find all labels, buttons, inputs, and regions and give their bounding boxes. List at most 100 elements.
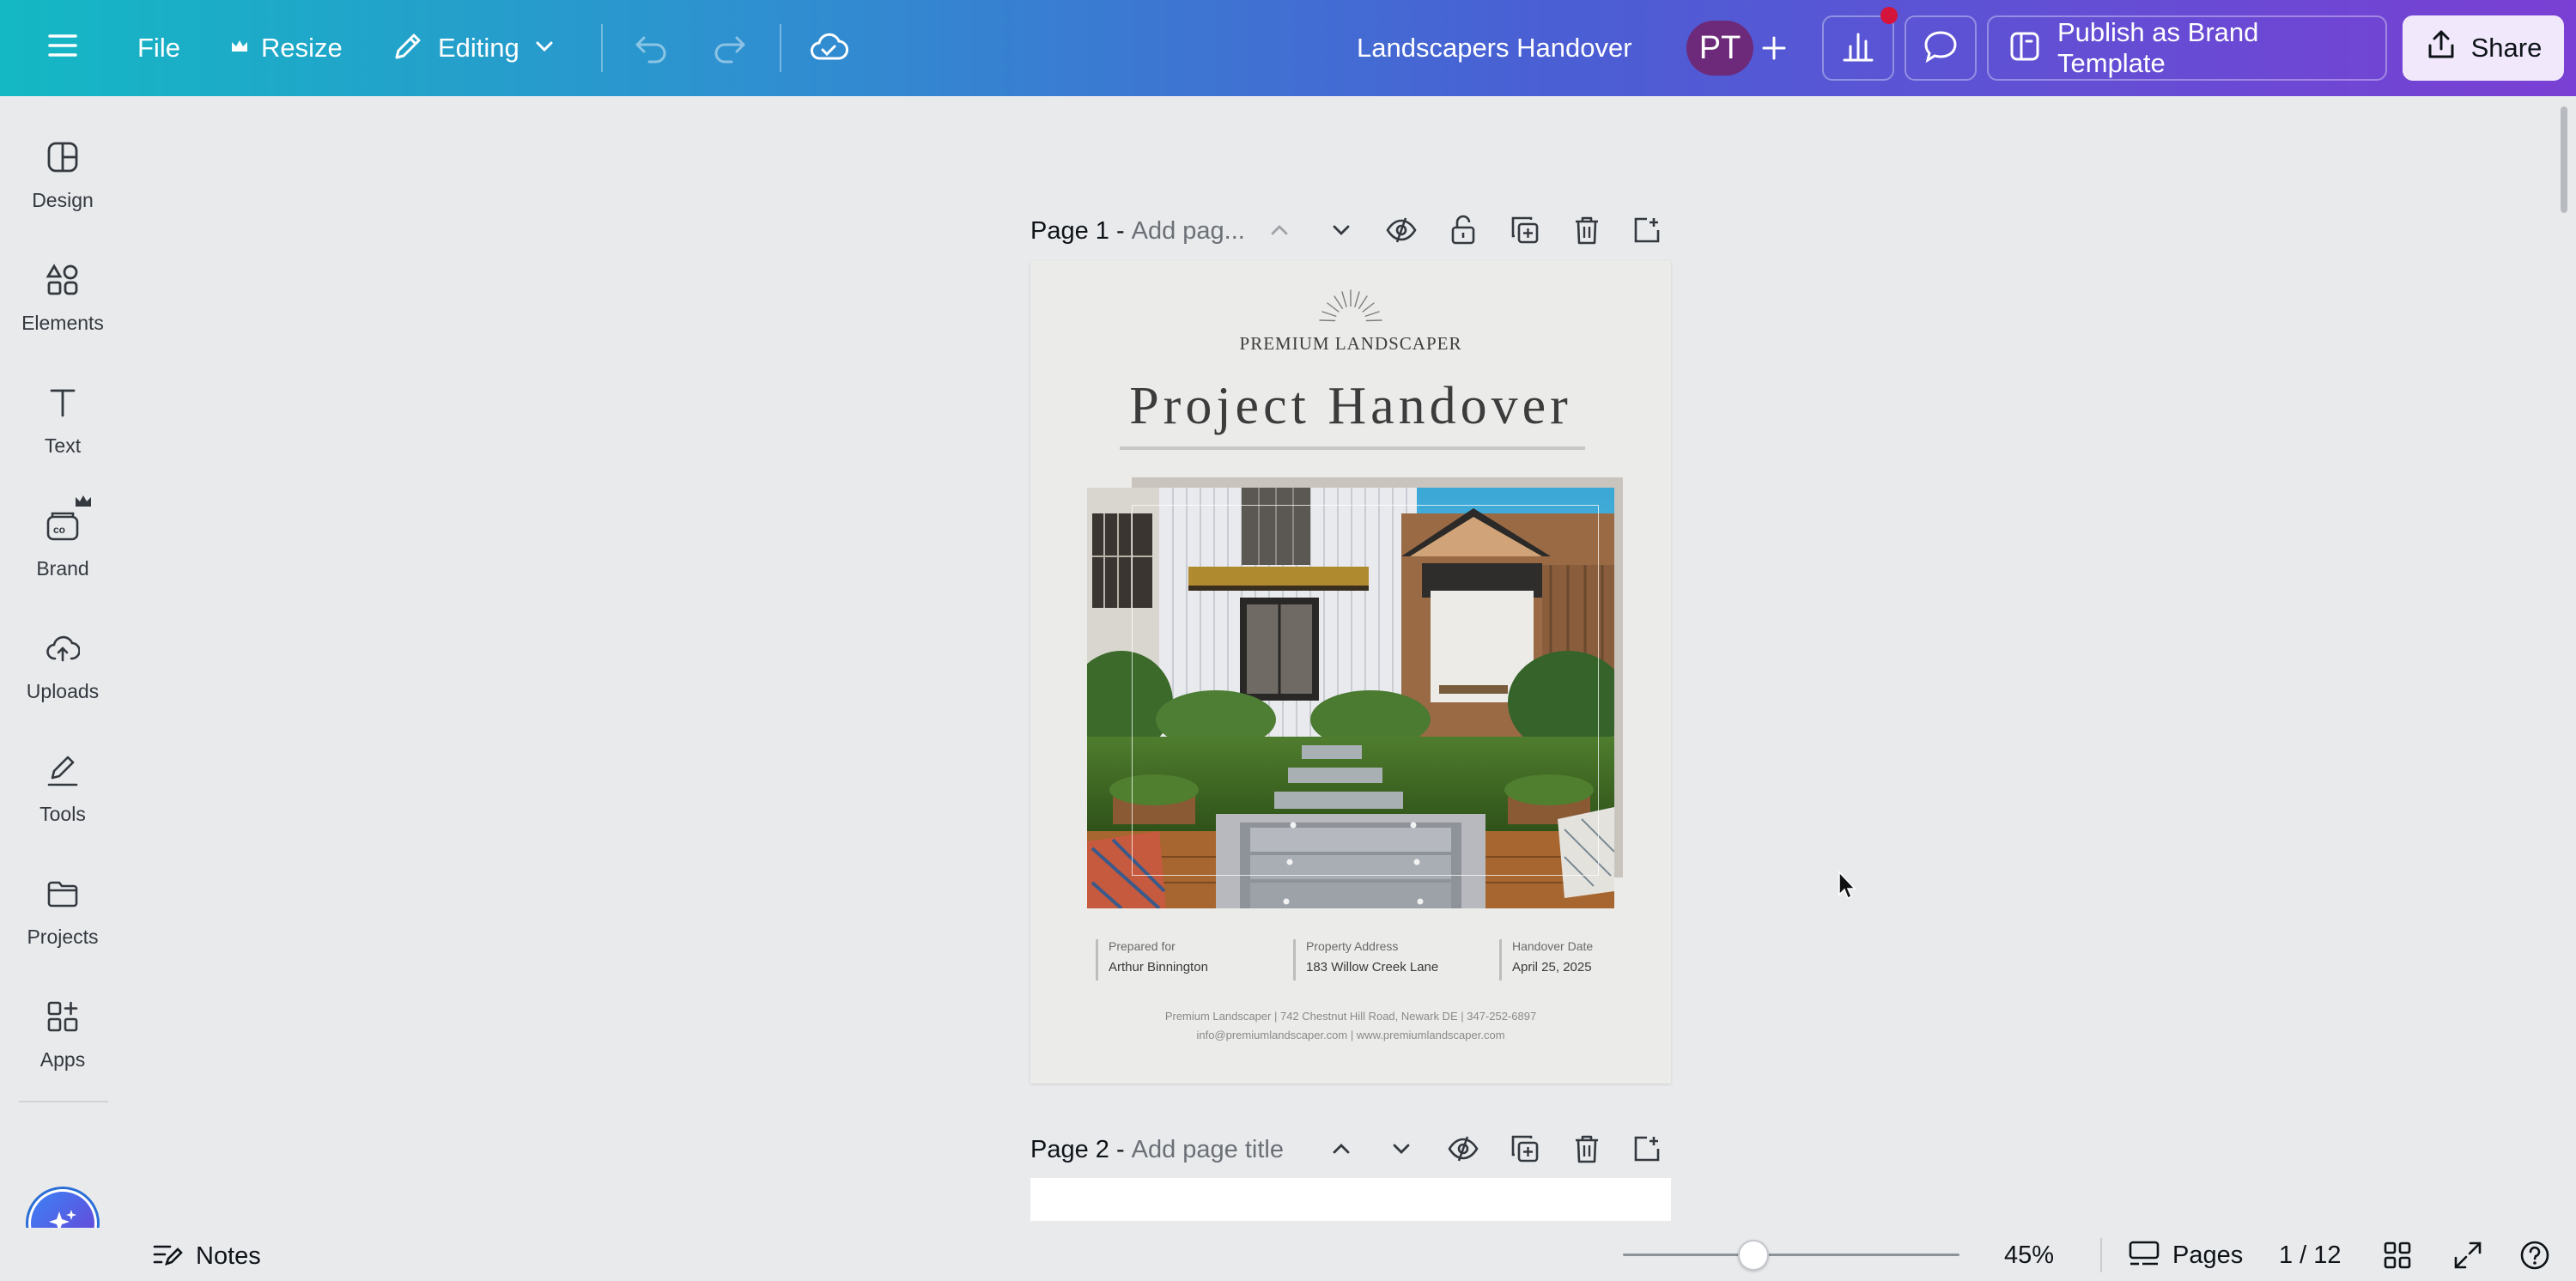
page-number-label: Page 1 - [1030, 216, 1125, 245]
page-title-input[interactable]: Add pag... [1132, 217, 1245, 246]
bottom-divider [2100, 1238, 2102, 1272]
property-address-label: Property Address [1306, 939, 1399, 953]
toolbar-divider [780, 24, 781, 72]
zoom-slider-handle[interactable] [1738, 1240, 1769, 1271]
zoom-slider-track[interactable] [1623, 1254, 1959, 1256]
comments-button[interactable] [1905, 15, 1977, 81]
brand-name-text[interactable]: Premium Landscaper [1030, 333, 1671, 355]
crown-icon [76, 495, 91, 507]
chevron-up-icon[interactable] [1261, 211, 1298, 249]
duplicate-page-icon[interactable] [1506, 1130, 1544, 1168]
help-icon[interactable] [2519, 1240, 2550, 1271]
mouse-cursor-icon [1838, 871, 1856, 900]
prepared-for-block[interactable]: Prepared for Arthur Binnington [1096, 939, 1208, 980]
bar-chart-icon [1839, 27, 1877, 70]
undo-icon[interactable] [632, 29, 670, 67]
page-counter[interactable]: 1 / 12 [2279, 1238, 2342, 1272]
zoom-level-value: 45% [2004, 1241, 2055, 1269]
page-1-header: Page 1 - Add pag... [1030, 209, 1245, 252]
chevron-down-icon[interactable] [1322, 211, 1360, 249]
sidebar-item-projects[interactable]: Projects [0, 874, 125, 949]
sidebar-item-apps[interactable]: Apps [0, 997, 125, 1072]
crown-icon [230, 38, 249, 59]
prepared-for-label: Prepared for [1109, 939, 1176, 953]
sidebar-item-label: Text [44, 434, 82, 457]
apps-icon [43, 997, 82, 1036]
grid-view-icon[interactable] [2382, 1240, 2413, 1271]
elements-icon [43, 260, 82, 300]
sidebar-item-design[interactable]: Design [0, 137, 125, 212]
trash-icon[interactable] [1568, 211, 1606, 249]
file-menu-button[interactable]: File [137, 29, 180, 67]
fullscreen-icon[interactable] [2452, 1240, 2483, 1271]
sidebar-item-label: Design [32, 189, 94, 211]
file-menu-label: File [137, 33, 180, 63]
sidebar-item-label: Projects [27, 926, 99, 948]
sidebar-divider [19, 1101, 108, 1102]
footer-contact-line[interactable]: Premium Landscaper | 742 Chestnut Hill R… [1030, 1010, 1671, 1023]
trash-icon[interactable] [1568, 1130, 1606, 1168]
vertical-scrollbar[interactable] [2561, 106, 2567, 213]
sidebar-item-tools[interactable]: Tools [0, 751, 125, 826]
handover-date-label: Handover Date [1512, 939, 1594, 953]
sidebar-item-elements[interactable]: Elements [0, 260, 125, 335]
sidebar-item-uploads[interactable]: Uploads [0, 628, 125, 703]
sidebar-item-label: Elements [21, 312, 104, 334]
sidebar-item-label: Tools [39, 803, 86, 825]
page-counter-value: 1 / 12 [2279, 1241, 2342, 1269]
hide-page-icon[interactable] [1382, 211, 1420, 249]
share-upload-icon [2425, 28, 2458, 68]
chevron-down-icon[interactable] [1382, 1130, 1420, 1168]
add-page-icon[interactable] [1628, 211, 1666, 249]
sidebar-item-label: Apps [39, 1048, 86, 1071]
tools-icon [43, 751, 82, 791]
duplicate-page-icon[interactable] [1506, 211, 1544, 249]
page-number-label: Page 2 - [1030, 1135, 1125, 1163]
project-handover-heading[interactable]: Project Handover [1030, 376, 1671, 437]
avatar[interactable]: PT [1686, 21, 1753, 76]
cloud-saved-icon[interactable] [809, 27, 848, 67]
pages-icon [2128, 1239, 2160, 1272]
chevron-up-icon[interactable] [1322, 1130, 1360, 1168]
pages-button[interactable]: Pages [2128, 1238, 2243, 1272]
page-2-header: Page 2 - Add page title [1030, 1128, 1284, 1171]
property-address-block[interactable]: Property Address 183 Willow Creek Lane [1293, 939, 1438, 980]
handover-date-block[interactable]: Handover Date April 25, 2025 [1499, 939, 1593, 980]
document-title[interactable]: Landscapers Handover [1357, 29, 1632, 67]
notes-label: Notes [196, 1242, 261, 1270]
sunburst-logo-icon [1319, 289, 1382, 322]
insights-button[interactable] [1822, 15, 1894, 81]
avatar-initials: PT [1698, 29, 1741, 66]
prepared-for-value: Arthur Binnington [1109, 960, 1208, 974]
add-page-icon[interactable] [1628, 1130, 1666, 1168]
template-icon [2008, 29, 2042, 68]
design-page-1[interactable]: Premium Landscaper Project Handover [1030, 261, 1671, 1084]
bottom-status-bar: Notes 45% Pages 1 / 12 [0, 1228, 2576, 1281]
resize-button[interactable]: Resize [230, 29, 343, 67]
notes-button[interactable]: Notes [151, 1238, 261, 1275]
pencil-icon [392, 30, 424, 67]
design-page-2[interactable] [1030, 1178, 1671, 1221]
design-icon [43, 137, 82, 177]
sidebar-item-brand[interactable]: co Brand [0, 495, 125, 580]
redo-icon[interactable] [711, 29, 749, 67]
brand-icon: co [43, 495, 91, 545]
svg-text:co: co [53, 524, 65, 536]
text-icon [43, 383, 82, 422]
uploads-icon [43, 628, 82, 668]
hamburger-menu-icon[interactable] [45, 27, 81, 64]
sidebar-item-text[interactable]: Text [0, 383, 125, 458]
editing-mode-dropdown[interactable]: Editing [392, 29, 556, 67]
hide-page-icon[interactable] [1444, 1130, 1482, 1168]
publish-brand-template-button[interactable]: Publish as Brand Template [1987, 15, 2387, 81]
sidebar-item-label: Uploads [26, 680, 100, 702]
notification-dot [1880, 7, 1898, 24]
lock-icon[interactable] [1444, 211, 1482, 249]
top-toolbar: File Resize Editing Landscapers Handover… [0, 0, 2576, 96]
page-title-input[interactable]: Add page title [1132, 1136, 1284, 1164]
footer-web-line[interactable]: info@premiumlandscaper.com | www.premium… [1030, 1029, 1671, 1041]
comment-bubble-icon [1922, 27, 1959, 70]
zoom-level-button[interactable]: 45% [2004, 1238, 2054, 1272]
share-button[interactable]: Share [2403, 15, 2564, 81]
add-collaborator-button[interactable] [1752, 26, 1796, 70]
